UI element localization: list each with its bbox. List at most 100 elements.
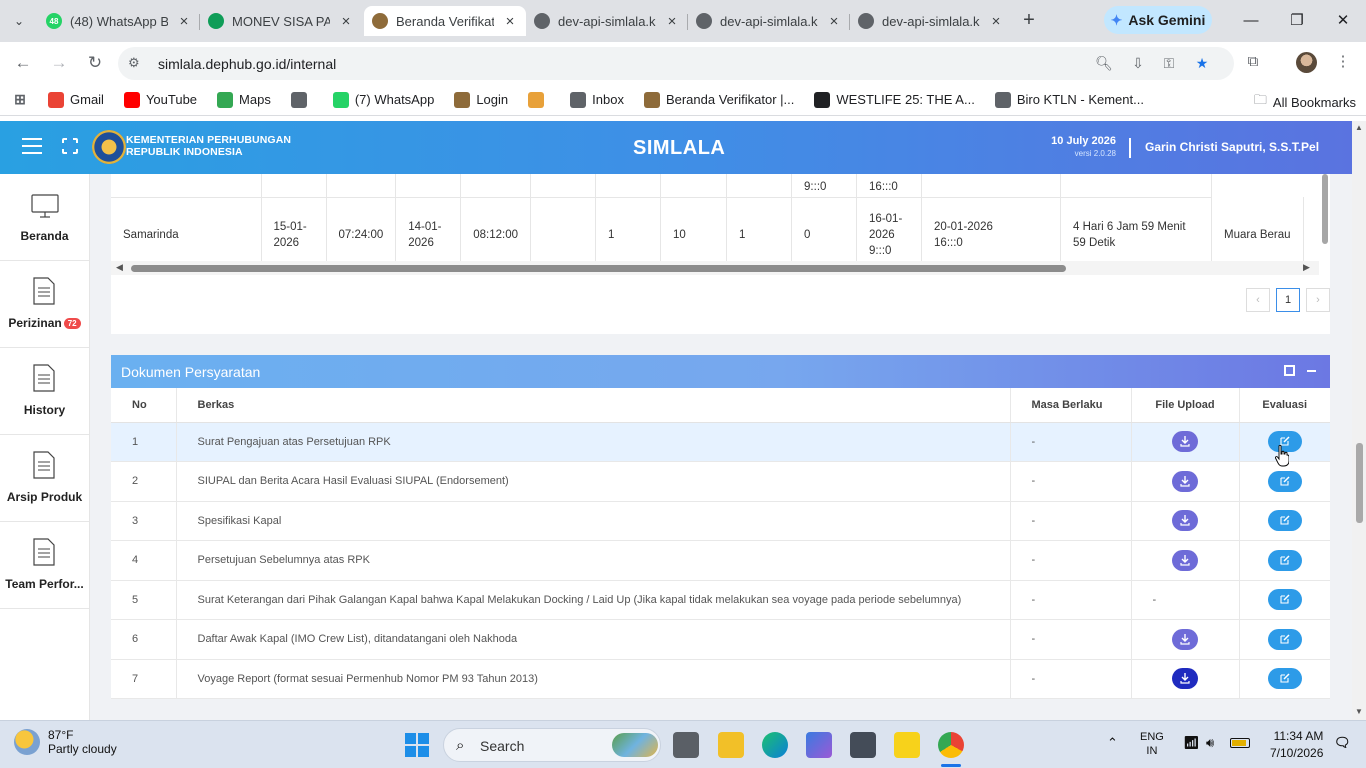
collapse-card-icon[interactable] xyxy=(1307,370,1316,372)
all-bookmarks-button[interactable]: 🗀 All Bookmarks xyxy=(1254,91,1356,113)
browser-tab[interactable]: dev-api-simlala.k × xyxy=(688,6,850,36)
download-file-button[interactable] xyxy=(1172,668,1198,690)
ask-gemini-button[interactable]: ✦ Ask Gemini xyxy=(1104,6,1212,34)
pagination-next[interactable]: › xyxy=(1306,288,1330,312)
system-clock[interactable]: 11:34 AM 7/10/2026 xyxy=(1270,728,1323,762)
pagination-prev[interactable]: ‹ xyxy=(1246,288,1270,312)
reload-icon[interactable]: ↻ xyxy=(83,51,107,75)
minimize-button[interactable]: — xyxy=(1228,8,1274,34)
apps-grid-icon[interactable]: ⊞ xyxy=(12,91,28,108)
bookmark-item[interactable]: WESTLIFE 25: THE A... xyxy=(814,91,975,108)
notification-icon[interactable]: 🗨︎ xyxy=(1334,735,1351,751)
profile-avatar[interactable] xyxy=(1296,52,1317,73)
evaluate-edit-button[interactable] xyxy=(1267,668,1302,690)
evaluate-edit-button[interactable] xyxy=(1267,628,1302,650)
forward-arrow-icon[interactable]: → xyxy=(47,51,71,75)
close-window-button[interactable]: ✕ xyxy=(1320,8,1366,34)
sidebar-item-team-perfor[interactable]: Team Perfor... xyxy=(0,522,89,609)
bookmark-item[interactable] xyxy=(528,91,550,108)
close-tab-icon[interactable]: × xyxy=(664,13,680,30)
close-tab-icon[interactable]: × xyxy=(826,13,842,30)
bookmark-item[interactable]: Gmail xyxy=(48,91,104,108)
evaluate-edit-button[interactable] xyxy=(1267,589,1302,611)
close-tab-icon[interactable]: × xyxy=(176,13,192,30)
bookmark-item[interactable]: Maps xyxy=(217,91,271,108)
close-tab-icon[interactable]: × xyxy=(988,13,1004,30)
sidebar-item-perizinan[interactable]: Perizinan 72 xyxy=(0,261,89,348)
volume-icon[interactable]: 🔊︎ xyxy=(1206,735,1214,751)
extensions-icon[interactable]: ⧉ xyxy=(1242,51,1264,73)
download-file-button[interactable] xyxy=(1172,510,1198,532)
browser-tab[interactable]: 48 (48) WhatsApp Bu × xyxy=(38,6,200,36)
show-hidden-icons-chevron-icon[interactable]: ⌃ xyxy=(1107,735,1118,751)
scroll-up-arrow-icon[interactable]: ▲ xyxy=(1355,123,1363,132)
site-info-icon[interactable]: ⚙ xyxy=(128,55,145,72)
download-file-button[interactable] xyxy=(1172,431,1198,453)
bookmark-item[interactable]: Login xyxy=(454,91,509,108)
bookmark-item[interactable] xyxy=(290,91,313,108)
url-text[interactable]: simlala.dephub.go.id/internal xyxy=(158,56,336,72)
camera-icon[interactable] xyxy=(850,732,876,758)
maximize-button[interactable]: ❐ xyxy=(1274,8,1320,34)
download-file-button[interactable] xyxy=(1172,549,1198,571)
close-tab-icon[interactable]: × xyxy=(502,13,518,30)
zoom-icon[interactable]: 🔍︎ xyxy=(1094,55,1114,73)
evaluate-edit-button[interactable] xyxy=(1267,510,1302,532)
evaluate-edit-button[interactable] xyxy=(1267,549,1302,571)
evaluate-edit-button[interactable] xyxy=(1267,470,1302,492)
windows-start-icon[interactable] xyxy=(405,733,429,757)
edge-browser-icon[interactable] xyxy=(762,732,788,758)
address-bar[interactable]: ⚙ simlala.dephub.go.id/internal 🔍︎ ⇩ ⚿ ★ xyxy=(118,47,1234,80)
bookmark-item[interactable]: (7) WhatsApp xyxy=(332,91,434,108)
close-tab-icon[interactable]: × xyxy=(338,13,354,30)
weather-widget[interactable]: 87°F Partly cloudy xyxy=(14,728,117,756)
gemini-icon: ✦ xyxy=(1110,11,1123,28)
browser-tab[interactable]: dev-api-simlala.k × xyxy=(526,6,688,36)
sidebar-item-history[interactable]: History xyxy=(0,348,89,435)
table-horizontal-scrollbar[interactable]: ◀ ▶ xyxy=(111,261,1319,275)
pagination-page[interactable]: 1 xyxy=(1276,288,1300,312)
battery-icon[interactable] xyxy=(1230,738,1250,748)
copilot-icon[interactable] xyxy=(806,732,832,758)
search-placeholder: Search xyxy=(480,738,525,754)
scroll-down-arrow-icon[interactable]: ▼ xyxy=(1355,707,1363,716)
download-file-button[interactable] xyxy=(1172,628,1198,650)
install-app-icon[interactable]: ⇩ xyxy=(1128,55,1148,73)
browser-tab[interactable]: dev-api-simlala.k × xyxy=(850,6,1012,36)
sidebar-item-beranda[interactable]: Beranda xyxy=(0,174,89,261)
fullscreen-icon[interactable] xyxy=(61,137,79,155)
scrollbar-thumb[interactable] xyxy=(131,265,1066,272)
sidebar-item-arsip-produk[interactable]: Arsip Produk xyxy=(0,435,89,522)
file-explorer-icon[interactable] xyxy=(718,732,744,758)
new-tab-button[interactable]: + xyxy=(1018,9,1040,31)
tab-search-chevron-icon[interactable]: ⌄ xyxy=(6,9,32,33)
wifi-icon[interactable]: 📶︎ xyxy=(1183,735,1200,751)
table-vertical-scrollbar[interactable] xyxy=(1319,174,1330,259)
bookmark-item[interactable]: Beranda Verifikator |... xyxy=(643,91,794,108)
bookmark-star-icon[interactable]: ★ xyxy=(1192,55,1212,73)
bookmark-item[interactable]: Biro KTLN - Kement... xyxy=(994,91,1144,108)
evaluation-cell xyxy=(1239,461,1330,502)
bookmark-item[interactable]: Inbox xyxy=(570,91,624,108)
browser-tab[interactable]: Beranda Verifikato × xyxy=(364,6,526,36)
scrollbar-thumb[interactable] xyxy=(1356,443,1363,523)
task-view-icon[interactable] xyxy=(673,732,699,758)
language-indicator[interactable]: ENG IN xyxy=(1140,730,1164,758)
scroll-left-arrow-icon[interactable]: ◀ xyxy=(116,262,123,273)
hamburger-menu-icon[interactable] xyxy=(22,138,42,156)
chrome-browser-icon[interactable] xyxy=(938,732,964,758)
sticky-notes-icon[interactable] xyxy=(894,732,920,758)
scroll-right-arrow-icon[interactable]: ▶ xyxy=(1303,262,1310,273)
taskbar-search[interactable]: ⌕ Search xyxy=(443,728,661,762)
user-name[interactable]: Garin Christi Saputri, S.S.T.Pel xyxy=(1145,140,1319,154)
page-vertical-scrollbar[interactable]: ▲ ▼ xyxy=(1352,121,1366,720)
password-key-icon[interactable]: ⚿ xyxy=(1159,55,1179,73)
maximize-card-icon[interactable] xyxy=(1284,365,1295,376)
browser-tab[interactable]: MONEV SISA PAG × xyxy=(200,6,362,36)
back-arrow-icon[interactable]: ← xyxy=(11,51,35,75)
download-file-button[interactable] xyxy=(1172,470,1198,492)
bookmark-label: Login xyxy=(476,92,509,107)
scrollbar-thumb[interactable] xyxy=(1322,174,1328,244)
browser-menu-icon[interactable]: ⋮ xyxy=(1332,51,1354,73)
bookmark-item[interactable]: YouTube xyxy=(123,91,197,108)
